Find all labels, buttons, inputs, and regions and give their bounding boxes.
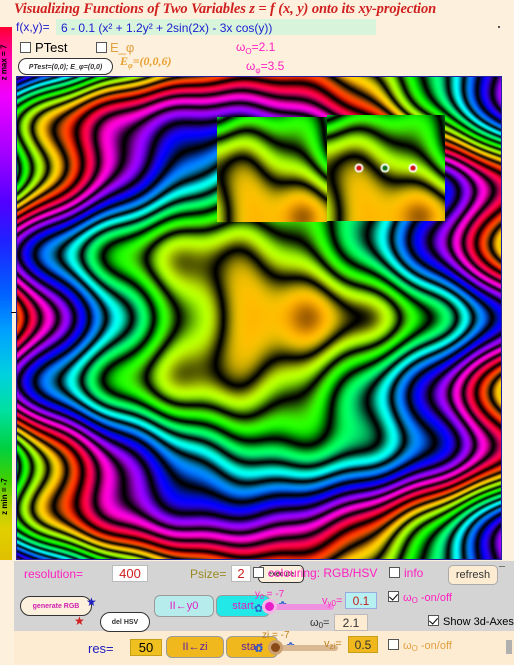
vzi-input[interactable]: 0.5 bbox=[348, 636, 378, 653]
ptest-readout: PTest=(0,0); E_φ=(0,0) bbox=[18, 58, 113, 75]
resolution-label: resolution= bbox=[24, 567, 84, 581]
omega-onoff-primary-checkbox[interactable] bbox=[388, 591, 399, 602]
ephi-value: Eφ=(0,0,6) bbox=[120, 54, 172, 70]
omega-phi-value: =3.5 bbox=[260, 59, 285, 73]
omega0-label: ω0= bbox=[310, 617, 329, 630]
panel-left-strip bbox=[0, 561, 14, 665]
formula-input[interactable]: 6 - 0.1 (x² + 1.2y² + 2sin(2x) - 3x cos(… bbox=[56, 19, 376, 35]
show-3d-axes-label: Show 3d-Axes bbox=[443, 616, 514, 628]
y0-slider-knob[interactable] bbox=[262, 599, 277, 614]
resolution-input[interactable]: 400 bbox=[112, 565, 148, 582]
info-checkbox[interactable] bbox=[389, 567, 400, 578]
z-max-label: z max = 7 bbox=[0, 44, 9, 81]
omega-o-line: ωO=2.1 bbox=[236, 40, 284, 59]
colouring-checkbox[interactable] bbox=[253, 567, 264, 578]
info-label: info bbox=[404, 566, 424, 580]
ephi-value-rest: =(0,0,6) bbox=[132, 54, 172, 68]
omega-onoff-secondary-checkbox[interactable] bbox=[388, 639, 399, 650]
show-3d-axes-checkbox[interactable] bbox=[428, 615, 439, 626]
psize-input[interactable]: 2 bbox=[231, 565, 251, 582]
omega-onoff-primary-label: -on/off bbox=[417, 592, 452, 604]
ephi-value-e: E bbox=[120, 54, 129, 68]
decorative-dot bbox=[498, 26, 500, 28]
z-min-label: z min = -7 bbox=[0, 478, 9, 515]
colouring-checkbox-row[interactable]: colouring: RGB/HSV bbox=[253, 566, 377, 580]
res-label: res= bbox=[88, 641, 114, 656]
omega0-symbol: ω bbox=[310, 617, 319, 629]
y0-step-button[interactable]: II←y0 bbox=[154, 595, 214, 617]
omega-onoff-secondary-row[interactable]: ωO -on/off bbox=[388, 639, 452, 653]
vy0-label: vy0= bbox=[322, 595, 342, 608]
refresh-button[interactable]: refresh bbox=[448, 565, 498, 585]
omega-onoff-secondary-symbol: ω bbox=[403, 640, 412, 652]
vy0-eq: = bbox=[335, 595, 343, 607]
omega-onoff-secondary-label: -on/off bbox=[417, 640, 452, 652]
panel-tick bbox=[499, 566, 505, 567]
page-title: Visualizing Functions of Two Variables z… bbox=[14, 1, 437, 17]
function-label: f(x,y)= bbox=[16, 20, 50, 34]
show-3d-axes-row[interactable]: Show 3d-Axes bbox=[428, 615, 514, 628]
omega-readout: ωO=2.1 ωφ=3.5 bbox=[236, 40, 284, 78]
ptest-label: PTest bbox=[35, 40, 68, 55]
gear-icon-zi-slider[interactable]: ✿ bbox=[254, 644, 263, 655]
omega-onoff-primary-row[interactable]: ωO -on/off bbox=[388, 591, 452, 605]
star-blue-icon[interactable]: ★ bbox=[86, 596, 97, 608]
res-input[interactable]: 50 bbox=[130, 639, 162, 656]
ptest-checkbox-row[interactable]: PTest bbox=[20, 40, 68, 55]
star-red-icon[interactable]: ★ bbox=[74, 615, 85, 627]
info-checkbox-row[interactable]: info bbox=[389, 566, 423, 580]
omega-o-symbol: ω bbox=[236, 40, 246, 54]
zi-step-button[interactable]: II←zi bbox=[166, 636, 224, 658]
del-hsv-button[interactable]: del HSV bbox=[100, 612, 150, 632]
scroll-indicator[interactable] bbox=[506, 640, 512, 654]
inset-panel-right[interactable] bbox=[327, 115, 445, 221]
vzi-label: vzi= bbox=[324, 638, 342, 651]
vy0-input[interactable]: 0.1 bbox=[345, 592, 377, 609]
omega-onoff-primary-symbol: ω bbox=[403, 592, 412, 604]
xy-projection-plot[interactable] bbox=[16, 76, 502, 560]
ptest-checkbox[interactable] bbox=[20, 42, 31, 53]
ephi-checkbox-row[interactable]: E_φ bbox=[96, 40, 134, 55]
omega-phi-symbol: ω bbox=[246, 59, 256, 73]
colouring-label: colouring: RGB/HSV bbox=[268, 566, 378, 580]
vzi-eq: = bbox=[335, 638, 342, 650]
generate-rgb-button[interactable]: generate RGB bbox=[20, 596, 92, 616]
inset-panel-left[interactable] bbox=[217, 117, 327, 222]
psize-label: Psize= bbox=[190, 567, 227, 581]
ephi-checkbox[interactable] bbox=[96, 42, 107, 53]
zi-slider-knob[interactable] bbox=[268, 640, 283, 655]
omega0-input[interactable]: 2.1 bbox=[334, 614, 368, 631]
omega0-eq: = bbox=[323, 617, 330, 629]
vy0-sub: y0 bbox=[327, 599, 336, 608]
omega-o-value: =2.1 bbox=[251, 40, 276, 54]
ephi-label: E_φ bbox=[110, 40, 135, 55]
